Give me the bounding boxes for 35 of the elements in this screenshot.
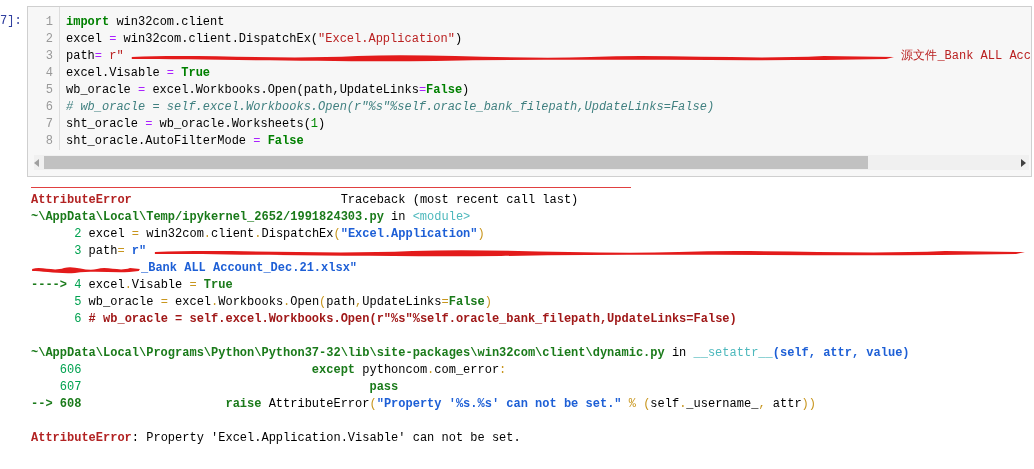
line-number: 4	[45, 66, 53, 80]
line-number: 2	[45, 32, 53, 46]
line-number: 1	[45, 15, 53, 29]
line-number: 6	[45, 100, 53, 114]
code-line: wb_oracle = excel.Workbooks.Open(path,UpdateLinks=False)	[66, 82, 470, 99]
traceback-line: AttributeError Traceback (most recent call last)	[31, 192, 579, 209]
code-line: # wb_oracle = self.excel.Workbooks.Open(r"%s"%self.oracle_bank_filepath,UpdateLinks=False)	[66, 99, 715, 116]
traceback-line: --> 608 raise AttributeError("Property '%s.%s' can not be set." % (self._username_, attr))	[31, 396, 816, 413]
code-line: sht_oracle = wb_oracle.Worksheets(1)	[66, 116, 326, 133]
traceback-line: 5 wb_oracle = excel.Workbooks.Open(path,UpdateLinks=False)	[73, 294, 492, 311]
code-line: path= r"	[66, 48, 124, 65]
traceback-line: 3 path= r"	[73, 243, 147, 260]
code-line: excel = win32com.client.DispatchEx("Excel.Application")	[66, 31, 463, 48]
traceback-line: 607 pass	[58, 379, 399, 396]
error-message: AttributeError: Property 'Excel.Application.Visable' can not be set.	[31, 430, 521, 447]
traceback-line: 6 # wb_oracle = self.excel.Workbooks.Open(r"%s"%self.oracle_bank_filepath,UpdateLinks=False)	[73, 311, 737, 328]
code-line: excel.Visable = True	[66, 65, 211, 82]
line-number: 8	[45, 134, 53, 148]
traceback-line: _Bank ALL Account_Dec.21.xlsx"	[141, 260, 358, 277]
horizontal-scrollbar[interactable]	[34, 155, 1029, 170]
code-line: 源文件_Bank ALL Acc	[901, 48, 1031, 65]
traceback-line: ~\AppData\Local\Temp/ipykernel_2652/1991824303.py in <module>	[31, 209, 471, 226]
traceback-line: ~\AppData\Local\Programs\Python\Python37-32\lib\site-packages\win32com\client\dynamic.py in __setattr__(self, attr, value)	[31, 345, 910, 362]
scroll-right-icon[interactable]	[1020, 158, 1026, 167]
line-number: 3	[45, 49, 53, 63]
line-number: 5	[45, 83, 53, 97]
traceback-line: 2 excel = win32com.client.DispatchEx("Excel.Application")	[73, 226, 485, 243]
cell-prompt: 7]:	[0, 14, 22, 28]
code-line: import win32com.client	[66, 14, 225, 31]
traceback-line: ----> 4 excel.Visable = True	[31, 277, 233, 294]
code-line: sht_oracle.AutoFilterMode = False	[66, 133, 304, 150]
scrollbar-thumb[interactable]	[44, 156, 868, 169]
line-number: 7	[45, 117, 53, 131]
traceback-line: 606 except pythoncom.com_error:	[58, 362, 507, 379]
scroll-left-icon[interactable]	[34, 158, 40, 167]
